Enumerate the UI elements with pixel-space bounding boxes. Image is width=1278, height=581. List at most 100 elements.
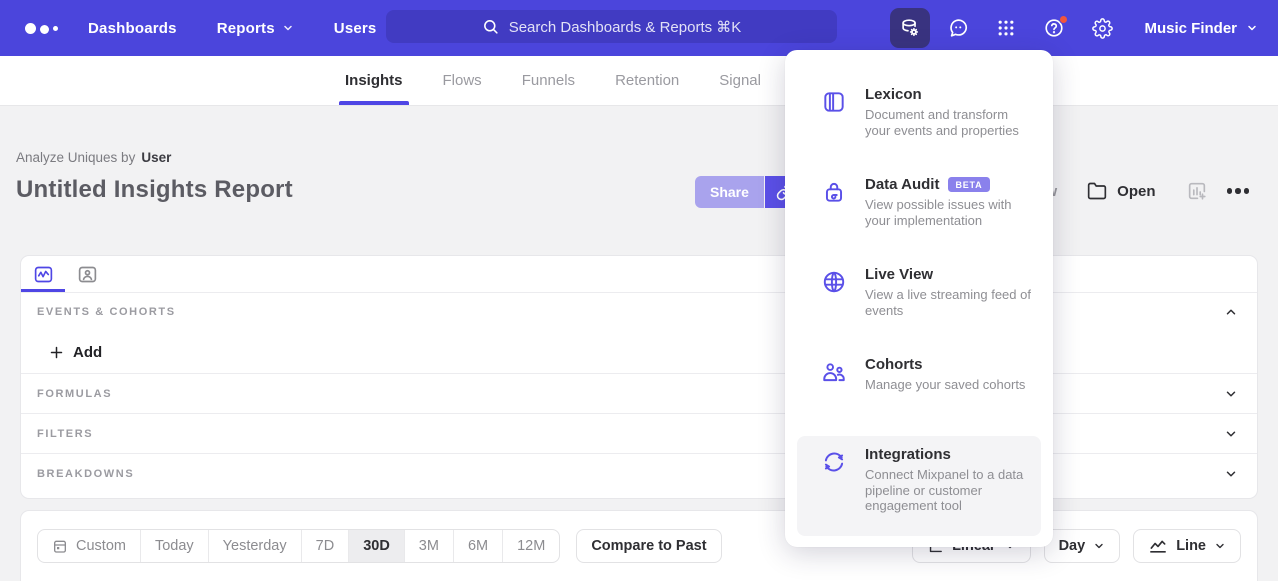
search-icon — [482, 18, 499, 35]
section-filters[interactable]: FILTERS — [21, 413, 1257, 453]
chevron-up-icon[interactable] — [1224, 305, 1238, 319]
range-label: 7D — [316, 538, 335, 554]
profiles-view-tab[interactable] — [65, 256, 109, 292]
section-label: BREAKDOWNS — [37, 468, 134, 480]
range-6m[interactable]: 6M — [453, 530, 502, 562]
date-range-segmented: Custom Today Yesterday 7D 30D 3M 6M 12M — [37, 529, 560, 563]
search-placeholder: Search Dashboards & Reports ⌘K — [509, 18, 742, 36]
range-12m[interactable]: 12M — [502, 530, 559, 562]
nav-users-label: Users — [334, 20, 377, 37]
nav-users[interactable]: Users — [334, 20, 377, 37]
more-options-button[interactable] — [1225, 184, 1252, 198]
tab-funnels[interactable]: Funnels — [520, 56, 577, 105]
open-label: Open — [1117, 183, 1155, 200]
chevron-down-icon[interactable] — [1224, 467, 1238, 481]
settings-button[interactable] — [1082, 8, 1122, 48]
chevron-down-icon — [1093, 540, 1105, 552]
apps-grid-button[interactable] — [986, 8, 1026, 48]
tab-label: Retention — [615, 72, 679, 89]
query-view-tabs — [21, 256, 1257, 293]
nav-reports-label: Reports — [217, 20, 275, 37]
project-switcher[interactable]: Music Finder — [1144, 20, 1258, 37]
menu-item-data-audit[interactable]: Data Audit BETA View possible issues wit… — [797, 166, 1041, 256]
topbar-actions: Music Finder — [882, 0, 1258, 56]
help-button[interactable] — [1034, 8, 1074, 48]
range-custom[interactable]: Custom — [38, 530, 140, 562]
chart-toolbar: Custom Today Yesterday 7D 30D 3M 6M 12M … — [20, 510, 1258, 581]
section-events-cohorts[interactable]: EVENTS & COHORTS — [21, 293, 1257, 331]
range-label: 6M — [468, 538, 488, 554]
range-today[interactable]: Today — [140, 530, 208, 562]
interval-dropdown[interactable]: Day — [1044, 529, 1121, 563]
add-chart-icon — [1186, 180, 1208, 202]
chevron-down-icon — [1214, 540, 1226, 552]
page-title[interactable]: Untitled Insights Report — [16, 176, 293, 204]
range-7d[interactable]: 7D — [301, 530, 349, 562]
range-label: Today — [155, 538, 194, 554]
calendar-icon — [52, 538, 68, 554]
data-audit-icon — [821, 179, 847, 210]
section-formulas[interactable]: FORMULAS — [21, 373, 1257, 413]
chevron-down-icon[interactable] — [1224, 427, 1238, 441]
breadcrumb-entity[interactable]: User — [141, 150, 171, 165]
help-notification-dot — [1059, 15, 1068, 24]
settings-icon — [1092, 18, 1113, 39]
chevron-down-icon[interactable] — [1224, 387, 1238, 401]
primary-nav: Dashboards Reports Users — [88, 20, 376, 37]
range-label: 3M — [419, 538, 439, 554]
cohorts-icon — [821, 359, 847, 390]
breadcrumb[interactable]: Analyze Uniques byUser — [16, 150, 171, 165]
plus-icon — [49, 345, 64, 360]
integrations-icon — [821, 449, 847, 480]
range-30d[interactable]: 30D — [348, 530, 404, 562]
tab-insights[interactable]: Insights — [343, 56, 405, 105]
section-label: FILTERS — [37, 428, 93, 440]
add-event-button[interactable]: Add — [49, 344, 102, 361]
menu-description: Connect Mixpanel to a data pipeline or c… — [865, 467, 1031, 514]
events-view-tab[interactable] — [21, 256, 65, 292]
menu-title: Data Audit — [865, 176, 939, 193]
compare-label: Compare to Past — [591, 538, 706, 554]
range-3m[interactable]: 3M — [404, 530, 453, 562]
feedback-icon — [947, 17, 969, 39]
tab-label: Signal — [719, 72, 761, 89]
add-to-dashboard-button[interactable] — [1186, 180, 1208, 202]
query-builder-card: EVENTS & COHORTS Add FORMULAS FILTERS BR… — [20, 255, 1258, 499]
tab-label: Insights — [345, 72, 403, 89]
tab-label: Funnels — [522, 72, 575, 89]
open-report-button[interactable]: Open — [1087, 181, 1155, 201]
menu-item-live-view[interactable]: Live View View a live streaming feed of … — [797, 256, 1041, 346]
search-input[interactable]: Search Dashboards & Reports ⌘K — [386, 10, 837, 43]
data-management-button[interactable] — [890, 8, 930, 48]
mixpanel-app: Dashboards Reports Users Search Dashboar… — [0, 0, 1278, 581]
menu-item-lexicon[interactable]: Lexicon Document and transform your even… — [797, 76, 1041, 166]
section-label: FORMULAS — [37, 388, 112, 400]
menu-title: Cohorts — [865, 356, 923, 373]
menu-description: Manage your saved cohorts — [865, 377, 1025, 393]
menu-item-cohorts[interactable]: Cohorts Manage your saved cohorts — [797, 346, 1041, 436]
tab-signal[interactable]: Signal — [717, 56, 763, 105]
mixpanel-logo-icon[interactable] — [25, 23, 58, 34]
line-chart-icon — [1148, 536, 1168, 556]
range-label: Custom — [76, 538, 126, 554]
tab-flows[interactable]: Flows — [441, 56, 484, 105]
nav-dashboards[interactable]: Dashboards — [88, 20, 177, 37]
topbar: Dashboards Reports Users Search Dashboar… — [0, 0, 1278, 56]
feedback-button[interactable] — [938, 8, 978, 48]
interval-label: Day — [1059, 538, 1086, 554]
section-breakdowns[interactable]: BREAKDOWNS — [21, 453, 1257, 493]
chart-type-label: Line — [1176, 538, 1206, 554]
menu-item-integrations[interactable]: Integrations Connect Mixpanel to a data … — [797, 436, 1041, 536]
compare-to-past-button[interactable]: Compare to Past — [576, 529, 721, 563]
report-header: Analyze Uniques byUser Untitled Insights… — [0, 106, 1278, 255]
menu-description: View possible issues with your implement… — [865, 197, 1031, 228]
tab-retention[interactable]: Retention — [613, 56, 681, 105]
chart-type-dropdown[interactable]: Line — [1133, 529, 1241, 563]
folder-icon — [1087, 181, 1107, 201]
range-yesterday[interactable]: Yesterday — [208, 530, 301, 562]
share-button[interactable]: Share — [695, 176, 764, 208]
menu-title: Integrations — [865, 446, 951, 463]
nav-reports[interactable]: Reports — [217, 20, 294, 37]
tab-label: Flows — [443, 72, 482, 89]
chevron-down-icon — [282, 22, 294, 34]
